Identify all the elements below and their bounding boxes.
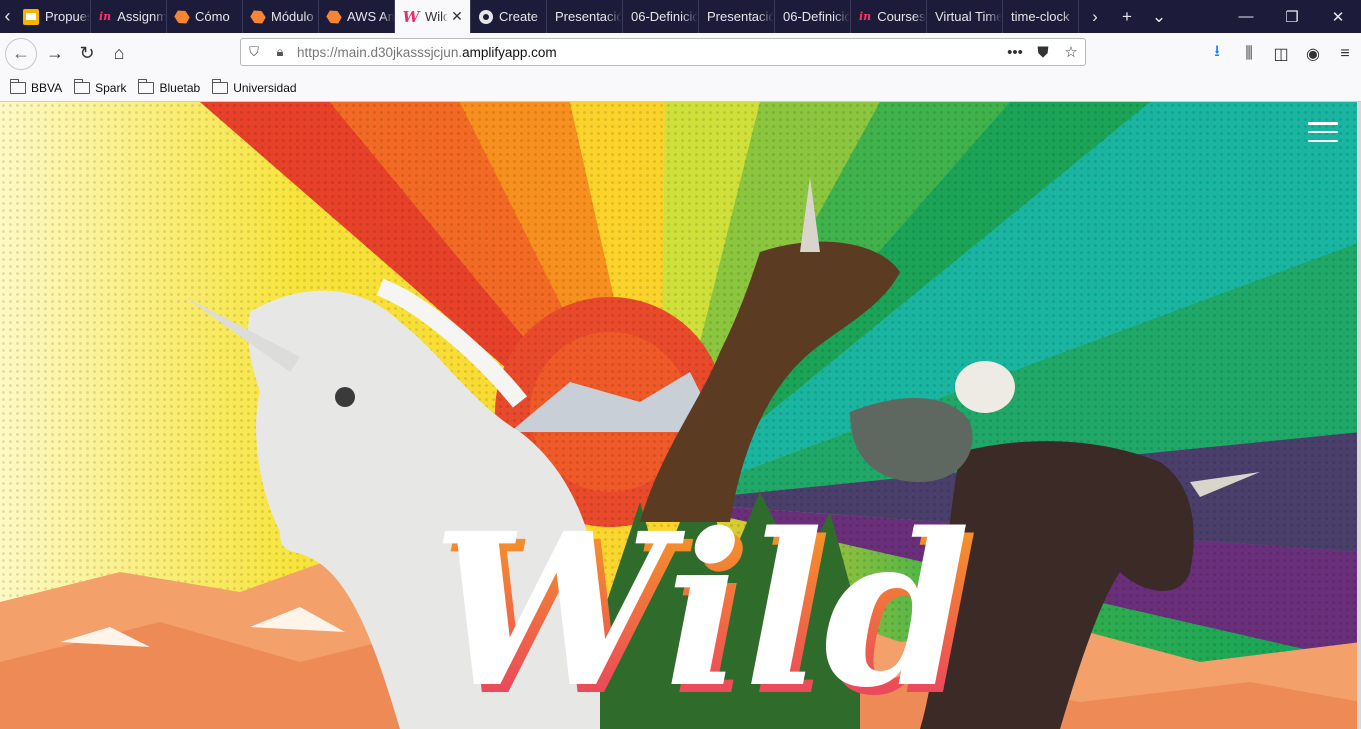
download-icon[interactable]: ⭳ bbox=[1201, 40, 1233, 67]
library-icon[interactable]: ⫼ bbox=[1233, 45, 1265, 63]
back-arrow-icon[interactable]: ← bbox=[5, 37, 37, 70]
tab-label: AWS Amplify bbox=[347, 9, 394, 24]
forward-arrow-icon[interactable]: → bbox=[39, 38, 71, 70]
tab-label: Virtual Time bbox=[935, 9, 1002, 24]
tab-label: Assignment bbox=[117, 9, 166, 24]
tab-presentacion-1[interactable]: Presentación bbox=[547, 0, 623, 33]
tab-definicion-1[interactable]: 06-Definición bbox=[623, 0, 699, 33]
bookmarks-toolbar: BBVA Spark Bluetab Universidad bbox=[0, 74, 1361, 102]
tab-virtual-time[interactable]: Virtual Time bbox=[927, 0, 1003, 33]
tab-assignment[interactable]: in Assignment bbox=[91, 0, 167, 33]
github-icon bbox=[479, 9, 493, 24]
tab-modulo[interactable]: Módulo bbox=[243, 0, 319, 33]
bookmark-label: Universidad bbox=[233, 80, 297, 95]
page-actions-menu-icon[interactable]: ••• bbox=[1001, 44, 1029, 61]
tab-label: 06-Definición bbox=[631, 9, 698, 24]
tab-definicion-2[interactable]: 06-Definición bbox=[775, 0, 851, 33]
url-text[interactable]: https://main.d30jkasssjcjun.amplifyapp.c… bbox=[293, 45, 1001, 60]
url-prefix: https://main.d30jkasssjcjun. bbox=[297, 44, 463, 60]
tab-strip: ‹ Propuesta in Assignment Cómo Módulo AW… bbox=[0, 0, 1361, 33]
aws-cube-icon bbox=[172, 7, 191, 26]
tab-label: Create bbox=[499, 9, 539, 24]
toolbar-right: ⭳ ⫼ ◫ ◉ ≡ bbox=[1201, 33, 1361, 74]
lock-icon[interactable]: 🔒︎ bbox=[267, 44, 293, 60]
hero-banner: Wild Wild bbox=[0, 102, 1361, 729]
tab-label: time-clock bbox=[1011, 9, 1070, 24]
app-menu-icon[interactable]: ≡ bbox=[1329, 45, 1361, 63]
aws-cube-icon bbox=[248, 7, 267, 26]
tab-time-clock[interactable]: time-clock bbox=[1003, 0, 1079, 33]
tab-label: Wild bbox=[425, 9, 448, 24]
tab-presentacion-2[interactable]: Presentación bbox=[699, 0, 775, 33]
close-window-icon[interactable]: ✕ bbox=[1315, 0, 1361, 33]
tab-label: Courses bbox=[877, 9, 926, 24]
bookmark-folder-bluetab[interactable]: Bluetab bbox=[138, 78, 201, 95]
bookmark-label: Bluetab bbox=[159, 80, 201, 95]
bookmark-folder-spark[interactable]: Spark bbox=[74, 78, 127, 95]
bookmark-star-icon[interactable]: ☆ bbox=[1057, 43, 1085, 61]
folder-icon bbox=[74, 78, 91, 94]
minimize-icon[interactable]: — bbox=[1223, 0, 1269, 33]
reload-icon[interactable]: ↻ bbox=[71, 38, 103, 70]
url-actions: ••• ⛊ ☆ bbox=[1001, 43, 1085, 62]
invision-icon: in bbox=[859, 10, 872, 23]
url-domain: amplifyapp.com bbox=[462, 44, 557, 60]
tab-list: Propuesta in Assignment Cómo Módulo AWS … bbox=[15, 0, 1079, 33]
tracking-protection-shield-icon[interactable]: ⛉ bbox=[241, 44, 267, 60]
close-tab-icon[interactable]: ✕ bbox=[448, 8, 466, 25]
dog-head bbox=[955, 361, 1015, 413]
new-tab-icon[interactable]: + bbox=[1111, 0, 1143, 33]
hero-illustration: Wild Wild bbox=[0, 102, 1361, 729]
home-icon[interactable]: ⌂ bbox=[103, 38, 135, 70]
tab-propuesta[interactable]: Propuesta bbox=[15, 0, 91, 33]
aws-cube-icon bbox=[324, 7, 343, 26]
navigation-toolbar: ← → ↻ ⌂ ⛉ 🔒︎ https://main.d30jkasssjcjun… bbox=[0, 33, 1361, 74]
tab-label: Cómo bbox=[195, 9, 230, 24]
wild-logo: Wild bbox=[432, 487, 971, 729]
google-slides-icon bbox=[23, 8, 39, 25]
tab-aws-amplify[interactable]: AWS Amplify bbox=[319, 0, 395, 33]
sidebar-icon[interactable]: ◫ bbox=[1265, 44, 1297, 64]
bookmark-folder-universidad[interactable]: Universidad bbox=[212, 78, 297, 95]
hamburger-menu-icon[interactable] bbox=[1308, 122, 1338, 142]
tab-como[interactable]: Cómo bbox=[167, 0, 243, 33]
scroll-tabs-left-icon[interactable]: ‹ bbox=[0, 0, 15, 33]
folder-icon bbox=[138, 78, 155, 94]
tab-label: Presentación bbox=[707, 9, 774, 24]
bookmark-label: Spark bbox=[95, 80, 127, 95]
wild-w-icon: W bbox=[402, 7, 420, 26]
tab-label: Presentación bbox=[555, 9, 622, 24]
list-all-tabs-icon[interactable]: ⌄ bbox=[1143, 0, 1175, 33]
restore-icon[interactable]: ❐ bbox=[1269, 0, 1315, 33]
tab-label: Propuesta bbox=[45, 9, 90, 24]
pocket-icon[interactable]: ⛊ bbox=[1029, 44, 1057, 61]
account-icon[interactable]: ◉ bbox=[1297, 44, 1329, 64]
address-bar[interactable]: ⛉ 🔒︎ https://main.d30jkasssjcjun.amplify… bbox=[240, 38, 1086, 66]
tabbar-controls: › + ⌄ — ❐ ✕ bbox=[1079, 0, 1361, 33]
folder-icon bbox=[212, 78, 229, 94]
tab-create[interactable]: Create bbox=[471, 0, 547, 33]
scroll-tabs-right-icon[interactable]: › bbox=[1079, 0, 1111, 33]
page-scrollbar[interactable] bbox=[1357, 102, 1361, 729]
bookmark-label: BBVA bbox=[31, 80, 63, 95]
tab-wild-active[interactable]: W Wild ✕ bbox=[395, 0, 471, 33]
tab-label: 06-Definición bbox=[783, 9, 850, 24]
tab-courses[interactable]: in Courses bbox=[851, 0, 927, 33]
invision-icon: in bbox=[99, 10, 112, 23]
folder-icon bbox=[10, 78, 26, 94]
bookmark-folder-bbva[interactable]: BBVA bbox=[10, 78, 63, 95]
tab-label: Módulo bbox=[271, 9, 314, 24]
